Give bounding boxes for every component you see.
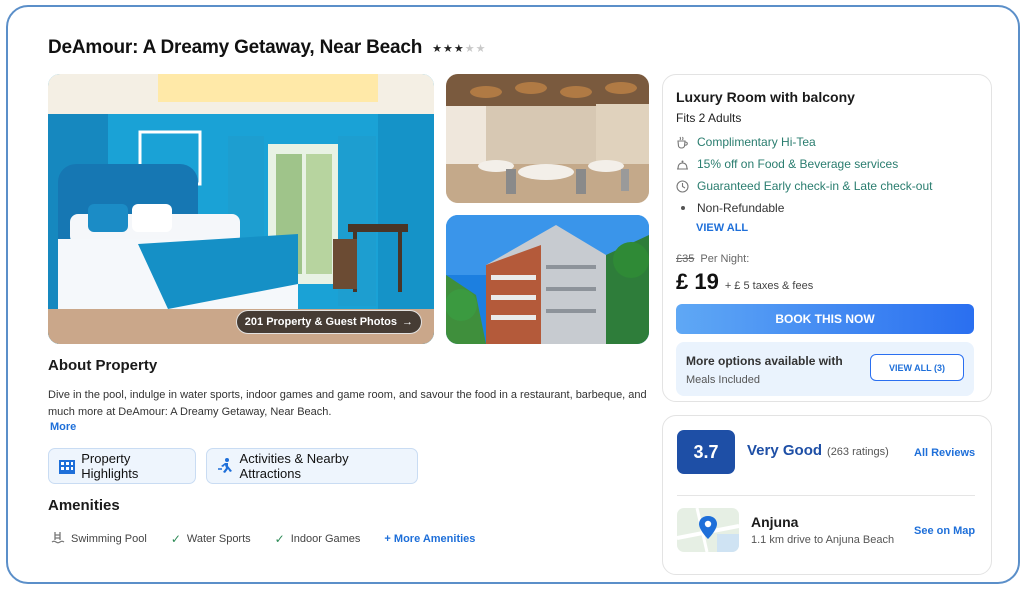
building-icon [57,456,76,476]
perk-item: Guaranteed Early check-in & Late check-o… [676,175,932,197]
restaurant-image [446,74,649,203]
view-all-perks-link[interactable]: VIEW ALL [696,222,748,234]
check-icon: ✓ [170,532,181,546]
see-on-map-link[interactable]: See on Map [914,525,975,537]
map-thumbnail[interactable] [677,508,739,552]
page-frame: DeAmour: A Dreamy Getaway, Near Beach ★ … [6,5,1020,584]
bedroom-image [48,74,434,344]
perk-label: Guaranteed Early check-in & Late check-o… [697,179,933,193]
activities-attractions-button[interactable]: Activities & Nearby Attractions [206,448,418,484]
amenity-label: Water Sports [186,533,251,545]
amenity-item: ✓ Water Sports [171,532,251,546]
room-offer-card: Luxury Room with balcony Fits 2 Adults C… [662,74,992,402]
current-price: £ 19 [676,269,719,294]
food-icon [676,158,689,171]
bullet-icon [681,206,685,210]
room-occupancy: Fits 2 Adults [676,111,742,125]
check-icon: ✓ [274,532,285,546]
star-rating: ★ ★ ★ ★ ★ [432,42,486,55]
reviews-location-card: 3.7 Very Good (263 ratings) All Reviews … [662,415,992,575]
price-row: £ 19 + £ 5 taxes & fees [676,269,813,295]
rating-label: Very Good [747,442,823,459]
star-filled-icon: ★ [432,42,443,55]
star-empty-icon: ★ [475,42,486,55]
main-room-photo[interactable]: 201 Property & Guest Photos → [48,74,434,344]
per-night-label: Per Night: [700,253,750,265]
about-more-link[interactable]: More [50,421,76,433]
location-distance: 1.1 km drive to Anjuna Beach [751,534,895,546]
building-photo[interactable] [446,215,649,344]
amenity-label: Indoor Games [290,533,361,545]
taxes-fees: + £ 5 taxes & fees [724,280,814,292]
rating-count: (263 ratings) [827,446,889,458]
property-highlights-label: Property Highlights [81,451,139,481]
star-filled-icon: ★ [453,42,464,55]
amenities-list: Swimming Pool ✓ Water Sports ✓ Indoor Ga… [51,531,475,547]
running-person-icon [215,456,235,476]
room-title: Luxury Room with balcony [676,89,855,105]
perk-label: Complimentary Hi-Tea [697,135,816,149]
perk-label: 15% off on Food & Beverage services [697,157,899,171]
perk-label: Non-Refundable [697,201,785,215]
rating-text: Very Good (263 ratings) [747,442,889,459]
original-price-row: £35 Per Night: [676,253,749,265]
arrow-right-icon: → [402,316,413,328]
tea-cup-icon [676,136,689,149]
star-empty-icon: ★ [464,42,475,55]
view-all-options-button[interactable]: VIEW ALL (3) [870,354,964,381]
amenity-item: ✓ Indoor Games [275,532,361,546]
perk-item: Non-Refundable [676,197,932,219]
building-image [446,215,649,344]
photos-button-label: 201 Property & Guest Photos [244,316,397,328]
amenity-item: Swimming Pool [51,531,147,547]
all-reviews-link[interactable]: All Reviews [914,447,975,459]
clock-icon [676,179,689,193]
location-name: Anjuna [751,514,799,530]
title-row: DeAmour: A Dreamy Getaway, Near Beach ★ … [48,37,486,59]
divider [677,495,975,496]
star-filled-icon: ★ [443,42,453,55]
original-price: £35 [676,253,695,265]
amenity-label: Swimming Pool [71,533,147,545]
property-title: DeAmour: A Dreamy Getaway, Near Beach [48,37,423,58]
photos-button[interactable]: 201 Property & Guest Photos → [235,310,422,334]
restaurant-photo[interactable] [446,74,649,203]
map-pin-icon [677,508,739,552]
rating-score-badge: 3.7 [677,430,735,474]
about-heading: About Property [48,357,158,374]
perk-item: Complimentary Hi-Tea [676,131,932,153]
activities-attractions-label: Activities & Nearby Attractions [239,451,349,481]
room-perks-list: Complimentary Hi-Tea 15% off on Food & B… [676,131,932,219]
more-options-box: More options available with Meals Includ… [676,342,974,396]
book-now-button[interactable]: BOOK THIS NOW [676,304,974,334]
perk-item: 15% off on Food & Beverage services [676,153,932,175]
pool-icon [51,531,65,547]
more-amenities-link[interactable]: + More Amenities [384,533,475,545]
more-options-subtitle: Meals Included [686,374,760,386]
more-options-title: More options available with [686,354,843,368]
about-description: Dive in the pool, indulge in water sport… [48,389,647,418]
amenities-heading: Amenities [48,497,120,514]
property-highlights-button[interactable]: Property Highlights [48,448,196,484]
